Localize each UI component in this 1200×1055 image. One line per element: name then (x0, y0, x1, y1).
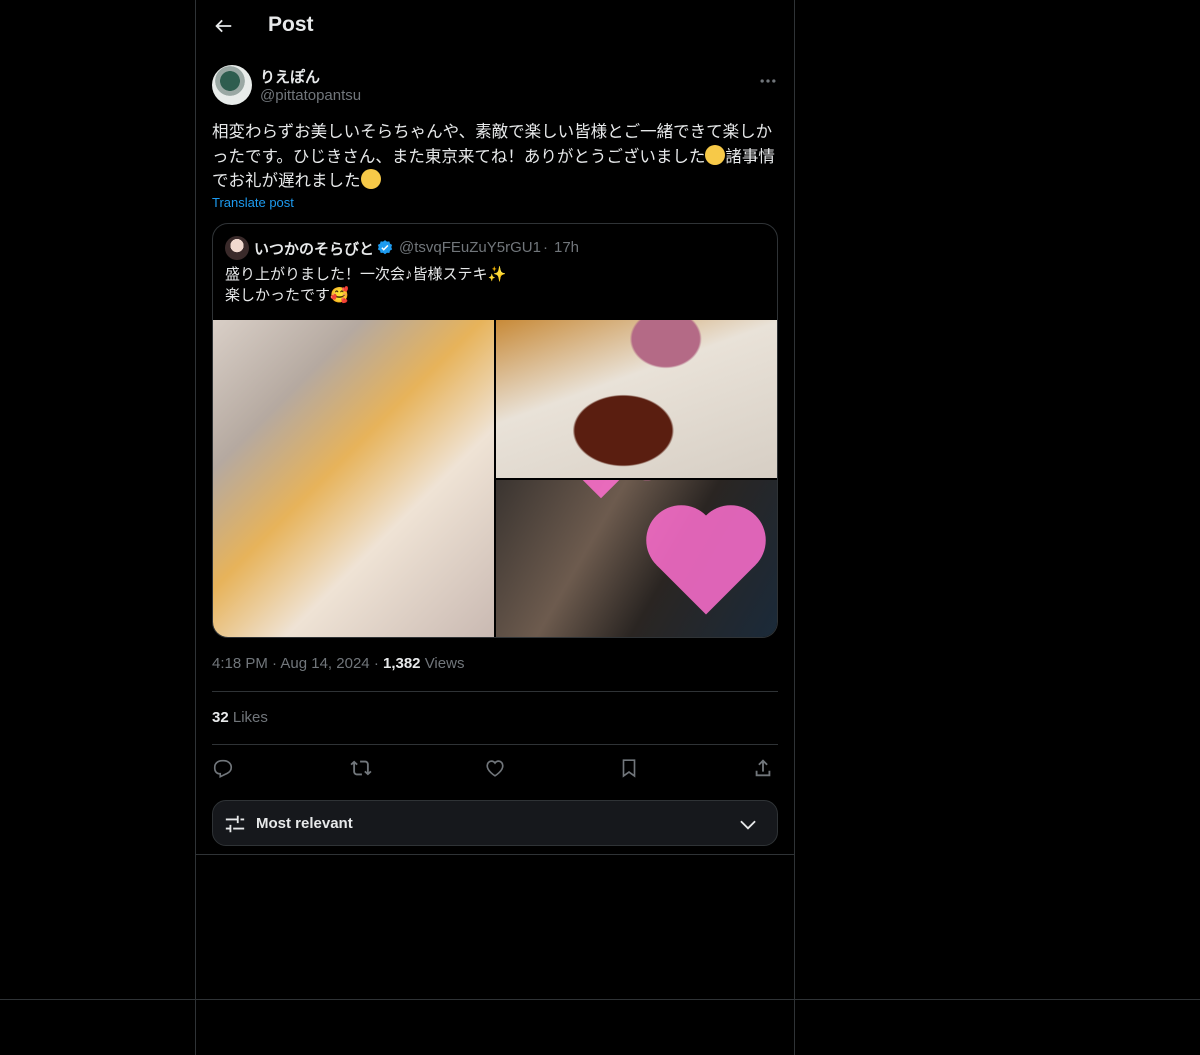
grinning-sweat-emoji-icon (360, 169, 381, 189)
back-arrow-icon[interactable] (212, 15, 234, 37)
primary-column: Post りえぽん @pittatopantsu 相変わらずお美しいそらちゃんや… (195, 0, 795, 1055)
photo-group[interactable] (496, 480, 777, 637)
likes-label: Likes (232, 709, 268, 726)
quote-timestamp[interactable]: 17h (554, 239, 579, 256)
heart-sticker-icon (572, 480, 630, 499)
quote-text-line: 盛り上がりました！一次会♪皆様ステキ✨ (225, 266, 507, 283)
quoted-post[interactable]: いつかのそらびと @tsvqFEuZuY5rGU1 · 17h 盛り上がりました… (212, 223, 778, 638)
heart-sticker-icon (656, 515, 756, 615)
repost-icon[interactable] (350, 757, 372, 779)
likes-count: 32 (212, 709, 229, 726)
meta-separator: · (272, 655, 278, 672)
like-icon[interactable] (484, 757, 506, 779)
post-text-part-1: 相変わらずお美しいそらちゃんや、素敵で楽しい皆様とご一緒できて楽しかったです。ひ… (212, 123, 773, 166)
sort-sliders-icon (225, 815, 245, 833)
reply-sort-dropdown[interactable]: Most relevant (212, 800, 778, 846)
translate-post-link[interactable]: Translate post (212, 195, 294, 210)
bookmark-icon[interactable] (618, 757, 640, 779)
share-icon[interactable] (752, 757, 774, 779)
views-label: Views (424, 655, 465, 672)
smiling-face-emoji-icon (705, 144, 726, 165)
divider (212, 691, 778, 692)
verified-badge-icon (377, 240, 393, 255)
more-icon[interactable] (758, 71, 778, 91)
author-name[interactable]: りえぽん (260, 66, 320, 87)
quote-author-name[interactable]: いつかのそらびと (254, 238, 374, 259)
reply-icon[interactable] (212, 757, 234, 779)
chevron-down-icon (740, 820, 756, 830)
quote-separator: · (543, 239, 548, 256)
likes-link[interactable]: 32 Likes (212, 709, 268, 726)
sort-label: Most relevant (256, 815, 353, 832)
page-header: Post (196, 0, 794, 53)
views-count: 1,382 (382, 655, 421, 672)
photo-beer-toast[interactable] (213, 320, 494, 637)
post-author: りえぽん @pittatopantsu (212, 65, 778, 107)
post-date[interactable]: Aug 14, 2024 (280, 655, 369, 672)
bottom-divider (0, 999, 1200, 1000)
divider (196, 854, 794, 855)
quote-author-handle[interactable]: @tsvqFEuZuY5rGU1 (399, 239, 541, 256)
quote-author-avatar[interactable] (225, 236, 249, 260)
action-bar (212, 757, 778, 783)
page-title: Post (268, 13, 314, 36)
quote-media-grid (213, 320, 777, 637)
author-avatar[interactable] (212, 65, 252, 105)
post-text: 相変わらずお美しいそらちゃんや、素敵で楽しい皆様とご一緒できて楽しかったです。ひ… (212, 120, 782, 194)
post-meta: 4:18 PM · Aug 14, 2024 · 1,382 Views (212, 655, 464, 672)
photo-ribs-plate[interactable] (496, 320, 777, 478)
quote-text: 盛り上がりました！一次会♪皆様ステキ✨ 楽しかったです🥰 (225, 264, 765, 306)
quote-text-line: 楽しかったです🥰 (225, 287, 349, 304)
post-time[interactable]: 4:18 PM (212, 655, 268, 672)
meta-separator: · (373, 655, 379, 672)
divider (212, 744, 778, 745)
author-handle[interactable]: @pittatopantsu (260, 87, 361, 104)
